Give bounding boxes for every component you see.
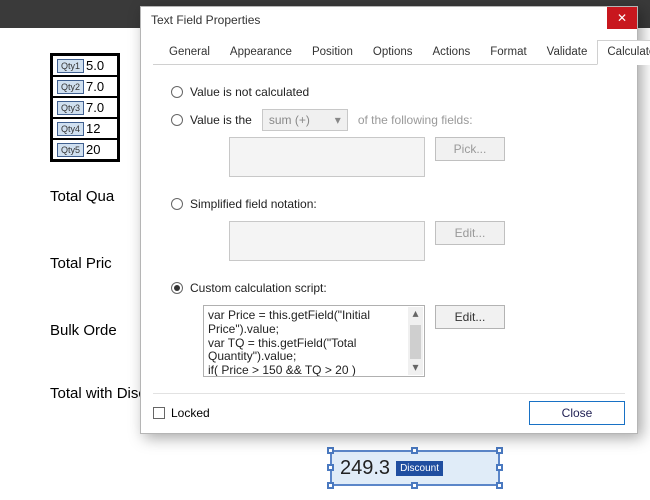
scroll-down-icon[interactable]: ▾	[412, 361, 418, 375]
discount-value: 249.3	[340, 457, 390, 480]
radio-icon[interactable]	[171, 198, 183, 210]
resize-handle[interactable]	[496, 464, 503, 471]
resize-handle[interactable]	[496, 447, 503, 454]
option-suffix: of the following fields:	[358, 113, 473, 127]
scroll-up-icon[interactable]: ▴	[412, 307, 418, 321]
option-label: Simplified field notation:	[190, 197, 317, 211]
field-badge: Qty1	[57, 59, 84, 73]
tab-position[interactable]: Position	[302, 40, 363, 65]
table-row[interactable]: Qty37.0	[52, 97, 118, 118]
dialog-close-button[interactable]: ✕	[607, 7, 637, 29]
option-label: Custom calculation script:	[190, 281, 327, 295]
tab-format[interactable]: Format	[480, 40, 536, 65]
chevron-down-icon: ▾	[335, 113, 341, 127]
radio-icon[interactable]	[171, 282, 183, 294]
operation-select: sum (+) ▾	[262, 109, 348, 131]
option-label: Value is the	[190, 113, 252, 127]
table-row[interactable]: Qty520	[52, 139, 118, 160]
edit-simplified-button: Edit...	[435, 221, 505, 245]
option-label: Value is not calculated	[190, 85, 309, 99]
field-badge: Qty3	[57, 101, 84, 115]
option-value-is-the[interactable]: Value is the sum (+) ▾ of the following …	[171, 109, 625, 131]
custom-script-text[interactable]: var Price = this.getField("Initial Price…	[203, 305, 425, 377]
close-button[interactable]: Close	[529, 401, 625, 425]
tab-options[interactable]: Options	[363, 40, 423, 65]
calculate-options: Value is not calculated Value is the sum…	[153, 81, 625, 377]
locked-checkbox-row[interactable]: Locked	[153, 406, 210, 420]
discount-field-tag: Discount	[396, 461, 443, 476]
radio-icon[interactable]	[171, 114, 183, 126]
tab-strip: General Appearance Position Options Acti…	[153, 39, 625, 65]
script-content: var Price = this.getField("Initial Price…	[208, 308, 370, 377]
tab-calculate[interactable]: Calculate	[597, 40, 650, 65]
radio-icon[interactable]	[171, 86, 183, 98]
tab-validate[interactable]: Validate	[537, 40, 598, 65]
dialog-title: Text Field Properties	[151, 13, 260, 27]
locked-label: Locked	[171, 406, 210, 420]
tab-general[interactable]: General	[159, 40, 220, 65]
resize-handle[interactable]	[411, 482, 418, 489]
simplified-notation-input	[229, 221, 425, 261]
tab-actions[interactable]: Actions	[423, 40, 481, 65]
edit-script-button[interactable]: Edit...	[435, 305, 505, 329]
resize-handle[interactable]	[496, 482, 503, 489]
dialog-body: General Appearance Position Options Acti…	[141, 33, 637, 393]
resize-handle[interactable]	[327, 482, 334, 489]
dialog-titlebar[interactable]: Text Field Properties ✕	[141, 7, 637, 33]
discount-form-field[interactable]: 249.3 Discount	[330, 450, 500, 486]
text-field-properties-dialog: Text Field Properties ✕ General Appearan…	[140, 6, 638, 434]
scroll-thumb[interactable]	[410, 325, 421, 359]
dialog-footer: Locked Close	[153, 393, 625, 423]
resize-handle[interactable]	[411, 447, 418, 454]
option-simplified-notation[interactable]: Simplified field notation:	[171, 193, 625, 215]
table-row[interactable]: Qty412	[52, 118, 118, 139]
resize-handle[interactable]	[327, 447, 334, 454]
field-badge: Qty2	[57, 80, 84, 94]
pick-button: Pick...	[435, 137, 505, 161]
option-custom-script[interactable]: Custom calculation script:	[171, 277, 625, 299]
table-row[interactable]: Qty27.0	[52, 76, 118, 97]
resize-handle[interactable]	[327, 464, 334, 471]
scrollbar[interactable]: ▴ ▾	[408, 307, 423, 375]
fields-list-box	[229, 137, 425, 177]
tab-appearance[interactable]: Appearance	[220, 40, 302, 65]
option-not-calculated[interactable]: Value is not calculated	[171, 81, 625, 103]
table-row[interactable]: Qty15.0	[52, 55, 118, 76]
checkbox-icon[interactable]	[153, 407, 165, 419]
field-badge: Qty5	[57, 143, 84, 157]
field-badge: Qty4	[57, 122, 84, 136]
qty-fields-list: Qty15.0 Qty27.0 Qty37.0 Qty412 Qty520	[50, 53, 120, 162]
